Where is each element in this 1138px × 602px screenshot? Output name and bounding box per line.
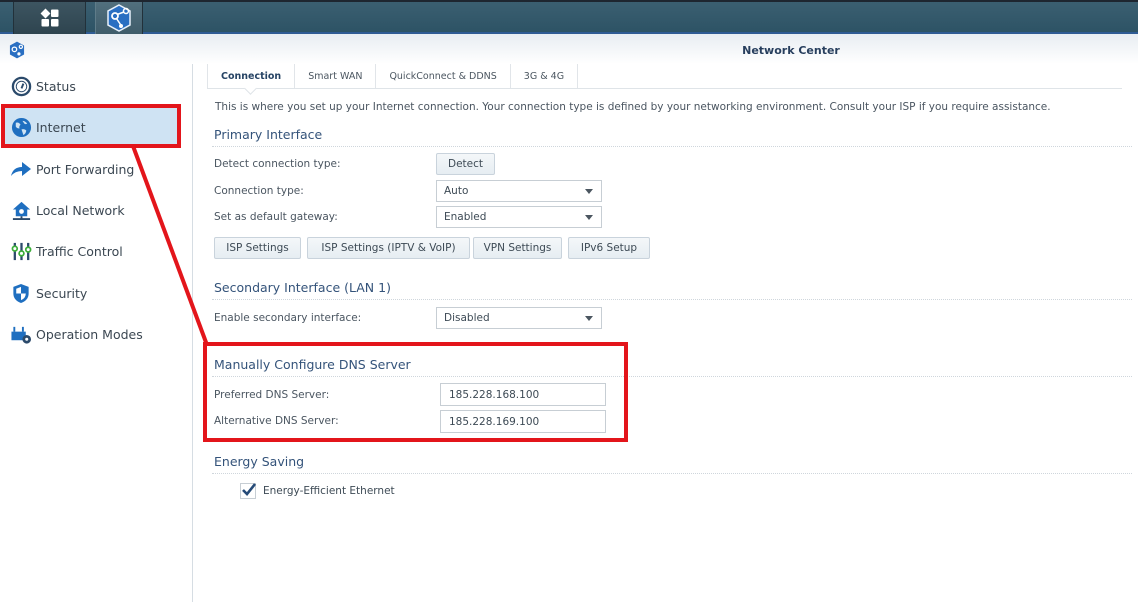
network-center-taskbar-button[interactable] xyxy=(95,2,143,34)
sliders-icon xyxy=(10,240,32,262)
default-gateway-value: Enabled xyxy=(444,211,487,223)
secondary-enable-value: Disabled xyxy=(444,312,490,324)
sidebar-item-label: Operation Modes xyxy=(36,326,143,342)
preferred-dns-label: Preferred DNS Server: xyxy=(214,389,330,401)
sidebar-item-label: Port Forwarding xyxy=(36,161,135,177)
alternative-dns-label: Alternative DNS Server: xyxy=(214,415,339,427)
section-title-energy: Energy Saving xyxy=(214,454,305,469)
isp-settings-iptv-voip-button[interactable]: ISP Settings (IPTV & VoIP) xyxy=(307,237,470,259)
tab-bar: Connection Smart WAN QuickConnect & DDNS… xyxy=(207,64,1122,89)
default-gateway-select[interactable]: Enabled xyxy=(436,206,602,228)
tab-smart-wan[interactable]: Smart WAN xyxy=(295,64,377,88)
sidebar-item-traffic-control[interactable]: Traffic Control xyxy=(3,232,179,270)
window-title: Network Center xyxy=(742,44,840,57)
connection-type-label: Connection type: xyxy=(214,185,304,197)
alternative-dns-input[interactable] xyxy=(440,410,606,433)
arrow-forward-icon xyxy=(10,158,32,180)
divider xyxy=(212,473,1132,474)
apps-grid-icon xyxy=(40,8,58,27)
sidebar-item-local-network[interactable]: Local Network xyxy=(3,191,179,229)
sidebar-item-security[interactable]: Security xyxy=(3,274,179,312)
chevron-down-icon xyxy=(585,189,593,194)
router-gear-icon xyxy=(10,323,32,345)
home-network-icon xyxy=(10,199,32,221)
window-titlebar: Network Center xyxy=(0,34,1138,64)
isp-settings-button[interactable]: ISP Settings xyxy=(214,237,301,259)
detect-button[interactable]: Detect xyxy=(436,153,495,175)
sidebar-item-operation-modes[interactable]: Operation Modes xyxy=(3,315,179,353)
energy-efficient-ethernet-checkbox[interactable] xyxy=(240,483,257,499)
chevron-down-icon xyxy=(585,215,593,220)
secondary-enable-select[interactable]: Disabled xyxy=(436,307,602,329)
screen: Network Center Status Internet Port Forw… xyxy=(0,0,1138,602)
sidebar-item-label: Traffic Control xyxy=(36,243,123,259)
chevron-down-icon xyxy=(585,316,593,321)
shield-icon xyxy=(10,282,32,304)
tab-quickconnect-ddns[interactable]: QuickConnect & DDNS xyxy=(376,64,511,88)
secondary-enable-label: Enable secondary interface: xyxy=(214,312,362,324)
ipv6-setup-button[interactable]: IPv6 Setup xyxy=(568,237,650,259)
sidebar: Status Internet Port Forwarding Local Ne… xyxy=(0,64,193,602)
checkmark-icon xyxy=(242,483,257,496)
sidebar-item-port-forwarding[interactable]: Port Forwarding xyxy=(3,150,179,188)
divider xyxy=(212,376,1132,377)
sidebar-item-label: Local Network xyxy=(36,202,125,218)
vpn-settings-button[interactable]: VPN Settings xyxy=(473,237,562,259)
connection-type-value: Auto xyxy=(444,185,469,197)
divider xyxy=(212,299,1132,300)
default-gateway-label: Set as default gateway: xyxy=(214,211,338,223)
sidebar-item-label: Internet xyxy=(36,119,86,135)
detect-label: Detect connection type: xyxy=(214,158,341,170)
page-description: This is where you set up your Internet c… xyxy=(215,101,1051,113)
preferred-dns-input[interactable] xyxy=(440,383,606,406)
tab-connection[interactable]: Connection xyxy=(207,64,296,88)
gauge-icon xyxy=(10,75,32,97)
sidebar-item-status[interactable]: Status xyxy=(3,67,179,105)
sidebar-item-label: Security xyxy=(36,285,88,301)
divider xyxy=(212,146,1132,147)
sidebar-item-internet[interactable]: Internet xyxy=(3,108,179,146)
connection-type-select[interactable]: Auto xyxy=(436,180,602,202)
sidebar-item-label: Status xyxy=(36,78,76,94)
main-menu-button[interactable] xyxy=(13,2,86,34)
energy-efficient-ethernet-label: Energy-Efficient Ethernet xyxy=(263,485,395,497)
section-title-secondary: Secondary Interface (LAN 1) xyxy=(214,280,391,295)
section-title-primary: Primary Interface xyxy=(214,127,323,142)
network-center-icon xyxy=(107,4,131,32)
main-panel: Connection Smart WAN QuickConnect & DDNS… xyxy=(194,64,1138,602)
globe-icon xyxy=(10,116,32,138)
section-title-dns: Manually Configure DNS Server xyxy=(214,357,411,372)
tab-3g-4g[interactable]: 3G & 4G xyxy=(511,64,579,88)
taskbar xyxy=(0,0,1138,34)
